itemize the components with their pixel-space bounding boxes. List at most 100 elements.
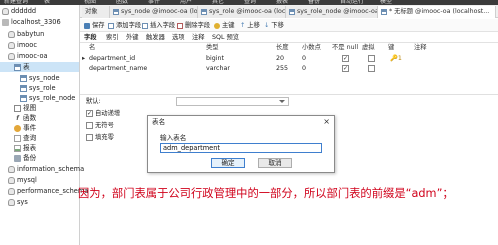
move-up-button[interactable]: ↑ 上移 bbox=[240, 21, 260, 30]
sidebar-item-label: localhost_3306 bbox=[11, 18, 61, 26]
sidebar-item[interactable]: imooc-oa bbox=[0, 51, 79, 61]
designer-tab[interactable]: 外键 bbox=[126, 34, 139, 42]
delete-field-icon bbox=[177, 22, 183, 29]
sidebar-item[interactable]: mysql bbox=[0, 175, 79, 185]
sidebar-item[interactable]: 事件 bbox=[0, 123, 79, 133]
database-icon bbox=[8, 187, 15, 195]
table-name-input[interactable] bbox=[160, 143, 322, 153]
table-designer-toolbar: 保存 添加字段 插入字段 删除字段 主键 ↑ 上移 ↓ 下移 bbox=[80, 19, 498, 32]
sidebar-item[interactable]: performance_schema bbox=[0, 186, 88, 196]
table-icon bbox=[20, 94, 27, 102]
sidebar-item[interactable]: 查询 bbox=[0, 133, 79, 143]
tab-label: sys_role @imooc-oa (localh... bbox=[209, 8, 286, 15]
dialog-title: 表名 bbox=[152, 118, 166, 126]
zerofill-checkbox[interactable] bbox=[86, 134, 93, 141]
designer-tab[interactable]: 索引 bbox=[106, 34, 119, 42]
close-icon[interactable]: × bbox=[323, 117, 330, 126]
field-type-cell[interactable]: bigint bbox=[206, 55, 224, 63]
insert-field-label: 插入字段 bbox=[150, 22, 176, 29]
default-label: 默认: bbox=[86, 98, 101, 105]
not-null-checkbox[interactable]: ✓ bbox=[342, 55, 349, 62]
database-icon bbox=[8, 30, 15, 38]
sidebar-item[interactable]: localhost_3306 bbox=[0, 17, 79, 27]
sidebar-item-label: sys_role_node bbox=[29, 94, 76, 102]
sidebar-item[interactable]: 表 bbox=[0, 62, 79, 72]
sidebar-item-label: imooc bbox=[17, 41, 37, 49]
field-name-cell[interactable]: department_name bbox=[89, 65, 147, 73]
sidebar-item[interactable]: dddddd bbox=[0, 6, 79, 16]
table-icon bbox=[20, 84, 27, 92]
designer-tab[interactable]: 字段 bbox=[84, 34, 97, 42]
delete-field-button[interactable]: 删除字段 bbox=[177, 21, 210, 30]
editor-tab[interactable]: sys_role_node @imooc-oa (l... bbox=[286, 6, 378, 18]
sidebar-item-label: sys_node bbox=[29, 74, 60, 82]
insert-field-icon bbox=[142, 22, 148, 29]
sidebar-item[interactable]: 备份 bbox=[0, 153, 79, 163]
database-icon bbox=[8, 165, 15, 173]
sidebar-item[interactable]: imooc bbox=[0, 40, 79, 50]
move-down-label: 下移 bbox=[271, 22, 284, 29]
primary-key-button[interactable]: 主键 bbox=[214, 21, 235, 30]
column-header-name: 名 bbox=[89, 44, 96, 51]
sidebar-item[interactable]: information_schema bbox=[0, 164, 84, 174]
table-icon bbox=[201, 9, 207, 15]
sidebar-item[interactable]: sys_role_node bbox=[0, 93, 79, 103]
field-decimals-cell[interactable]: 0 bbox=[302, 55, 306, 63]
event-icon bbox=[14, 124, 21, 132]
sidebar-item[interactable]: babytun bbox=[0, 29, 79, 39]
query-icon bbox=[14, 134, 21, 142]
table-name-dialog: 表名 × 输入表名 确定 取消 bbox=[147, 115, 335, 173]
unsigned-label: 无符号 bbox=[95, 122, 114, 129]
view-icon bbox=[14, 104, 21, 112]
arrow-up-icon: ↑ bbox=[240, 22, 246, 29]
sidebar-item[interactable]: sys_node bbox=[0, 73, 79, 83]
designer-tab[interactable]: 触发器 bbox=[146, 34, 165, 42]
field-name-cell[interactable]: department_id bbox=[89, 55, 135, 63]
sidebar-item[interactable]: sys_role bbox=[0, 83, 79, 93]
table-row[interactable]: ▸ department_id bigint 20 0 ✓ 🔑1 bbox=[80, 54, 498, 64]
designer-tab[interactable]: 选项 bbox=[172, 34, 185, 42]
insert-field-button[interactable]: 插入字段 bbox=[142, 21, 175, 30]
editor-tab[interactable]: sys_node @imooc-oa (localh... bbox=[110, 6, 198, 18]
sidebar-item-label: 事件 bbox=[23, 124, 37, 132]
not-null-checkbox[interactable]: ✓ bbox=[342, 65, 349, 72]
report-icon bbox=[14, 144, 21, 152]
editor-tab[interactable]: 对象 bbox=[82, 6, 110, 18]
sidebar-item[interactable]: 报表 bbox=[0, 143, 79, 153]
unsigned-checkbox[interactable] bbox=[86, 122, 93, 129]
sidebar-item[interactable]: f 函数 bbox=[0, 113, 79, 123]
table-icon bbox=[381, 9, 387, 15]
cancel-button[interactable]: 取消 bbox=[258, 158, 292, 168]
add-field-button[interactable]: 添加字段 bbox=[108, 21, 141, 30]
editor-tab[interactable]: * 无标题 @imooc-oa (localhost... bbox=[378, 6, 496, 18]
key-icon: 🔑 bbox=[390, 55, 398, 62]
designer-tab[interactable]: 注释 bbox=[192, 34, 205, 42]
virtual-checkbox[interactable] bbox=[368, 55, 375, 62]
auto-increment-checkbox[interactable]: ✓ bbox=[86, 110, 93, 117]
primary-key-indicator[interactable]: 🔑1 bbox=[390, 55, 402, 63]
tab-label: 对象 bbox=[85, 8, 98, 15]
table-icon bbox=[20, 74, 27, 82]
sidebar-item-label: dddddd bbox=[11, 7, 37, 15]
move-down-button[interactable]: ↓ 下移 bbox=[264, 21, 284, 30]
default-value-select[interactable] bbox=[176, 97, 289, 106]
field-decimals-cell[interactable]: 0 bbox=[302, 65, 306, 73]
sidebar-item-label: mysql bbox=[17, 176, 37, 184]
sidebar-item[interactable]: sys bbox=[0, 197, 79, 207]
field-length-cell[interactable]: 255 bbox=[276, 65, 288, 73]
editor-tab[interactable]: sys_role @imooc-oa (localh... bbox=[198, 6, 286, 18]
ok-button[interactable]: 确定 bbox=[211, 158, 245, 168]
field-length-cell[interactable]: 20 bbox=[276, 55, 284, 63]
designer-tab[interactable]: SQL 预览 bbox=[212, 34, 239, 42]
sidebar-item-label: 函数 bbox=[23, 114, 37, 122]
save-button[interactable]: 保存 bbox=[84, 21, 105, 30]
sidebar-item[interactable]: 视图 bbox=[0, 103, 79, 113]
table-row[interactable]: department_name varchar 255 0 ✓ bbox=[80, 64, 498, 74]
column-header-not-null: 不是 null bbox=[332, 44, 359, 51]
virtual-checkbox[interactable] bbox=[368, 65, 375, 72]
key-order: 1 bbox=[397, 55, 402, 62]
tab-label: * 无标题 @imooc-oa (localhost... bbox=[389, 8, 490, 15]
function-icon: f bbox=[16, 114, 19, 122]
field-type-cell[interactable]: varchar bbox=[206, 65, 230, 73]
current-row-marker-icon: ▸ bbox=[82, 55, 86, 62]
